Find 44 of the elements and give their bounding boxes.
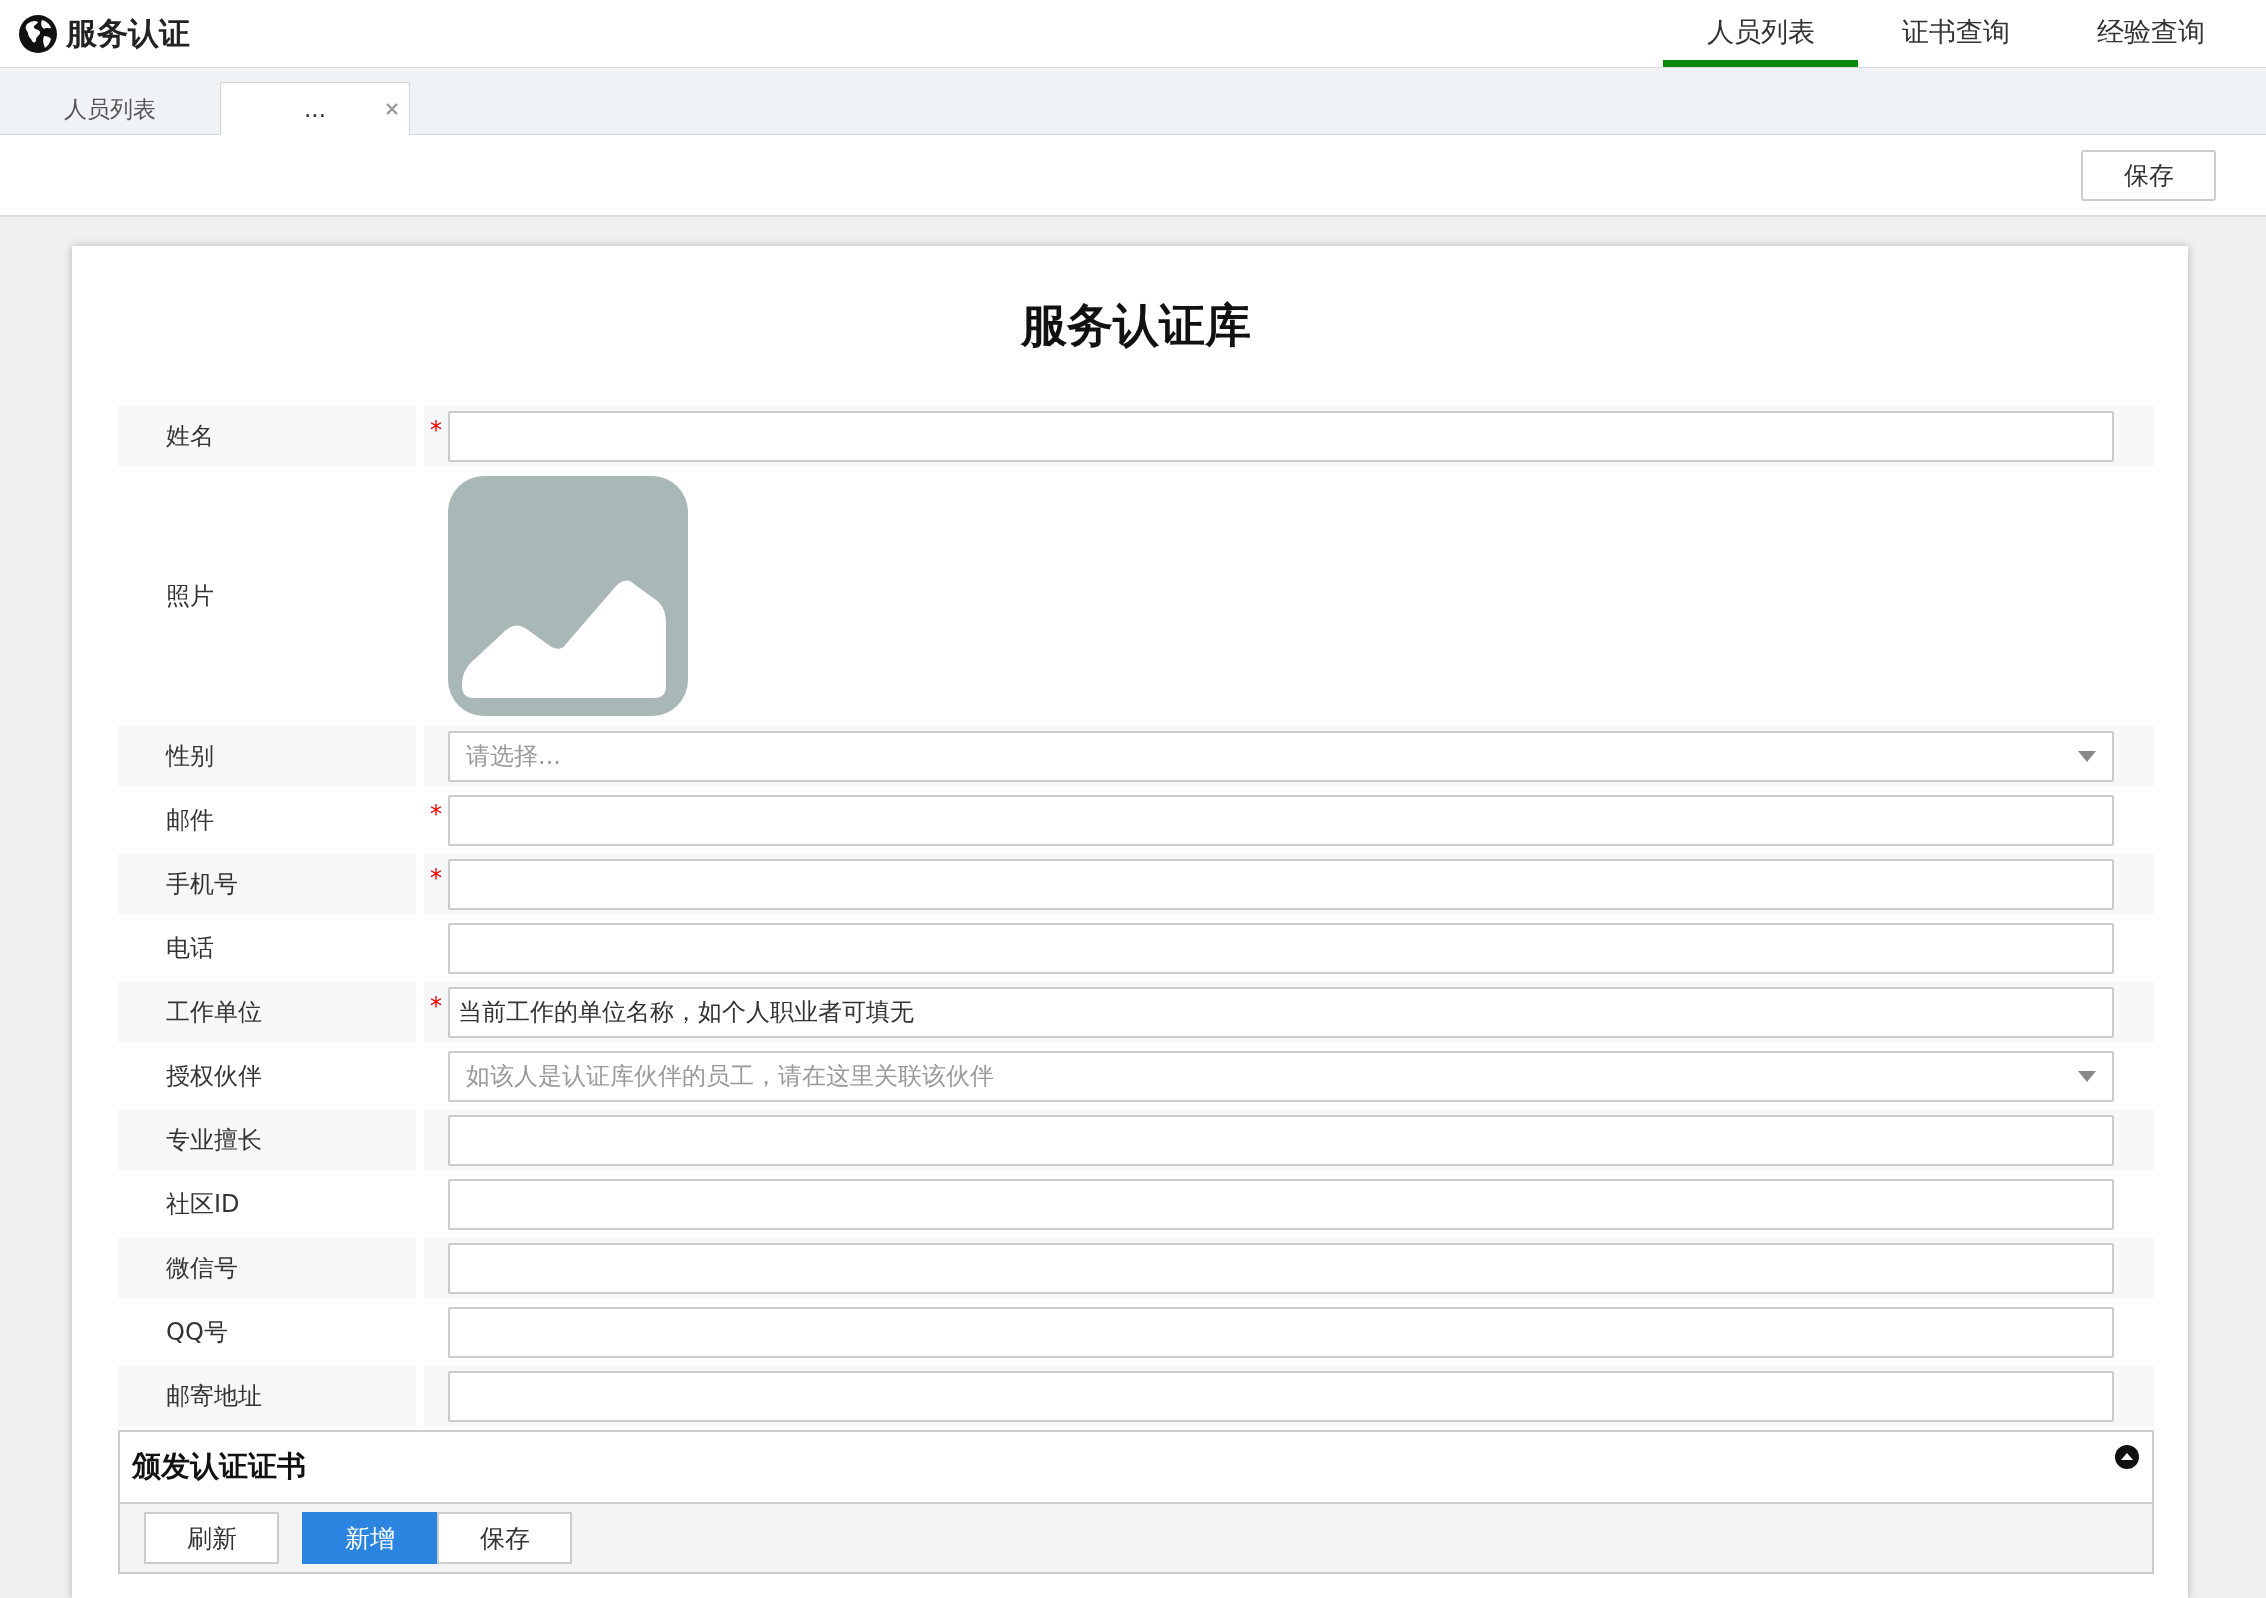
save-button[interactable]: 保存 xyxy=(2081,149,2216,201)
close-icon[interactable] xyxy=(385,102,399,116)
text-field[interactable]: 当前工作的单位名称，如个人职业者可填无 xyxy=(448,986,2114,1038)
field-label: 微信号 xyxy=(166,1253,238,1284)
text-field[interactable] xyxy=(448,922,2114,974)
panel-title: 颁发认证证书 xyxy=(132,1448,306,1485)
nav-tab[interactable]: 证书查询 xyxy=(1858,0,2053,67)
field-label: 授权伙伴 xyxy=(166,1061,262,1092)
dropdown-arrow-icon xyxy=(2078,1070,2096,1082)
required-mark: * xyxy=(430,991,443,1020)
field-label: 专业擅长 xyxy=(166,1125,262,1156)
field-label: 工作单位 xyxy=(166,997,262,1028)
field-label: 性别 xyxy=(166,741,214,772)
tab[interactable]: 人员列表 xyxy=(15,82,205,135)
toolbar-button[interactable]: 保存 xyxy=(437,1512,572,1564)
text-field[interactable] xyxy=(448,794,2114,846)
field-label: 姓名 xyxy=(166,421,214,452)
image-placeholder-icon[interactable] xyxy=(448,476,688,716)
app-title: 服务认证 xyxy=(66,13,190,53)
field-label: 电话 xyxy=(166,933,214,964)
text-field[interactable] xyxy=(448,858,2114,910)
field-label: QQ号 xyxy=(166,1317,228,1348)
text-field[interactable] xyxy=(448,1114,2114,1166)
toolbar-button[interactable]: 新增 xyxy=(302,1512,437,1564)
text-field[interactable] xyxy=(448,1178,2114,1230)
text-field[interactable] xyxy=(448,1306,2114,1358)
text-field[interactable] xyxy=(448,1370,2114,1422)
field-label: 照片 xyxy=(166,581,214,612)
globe-icon xyxy=(18,13,58,54)
required-mark: * xyxy=(430,799,443,828)
required-mark: * xyxy=(430,415,443,444)
text-field[interactable] xyxy=(448,1242,2114,1294)
collapse-icon[interactable] xyxy=(2114,1444,2140,1470)
nav-tab[interactable]: 经验查询 xyxy=(2053,0,2248,67)
field-label: 邮寄地址 xyxy=(166,1381,262,1412)
toolbar-button[interactable]: 刷新 xyxy=(144,1512,279,1564)
field-label: 手机号 xyxy=(166,869,238,900)
required-mark: * xyxy=(430,863,443,892)
form-title: 服务认证库 xyxy=(1019,297,1252,354)
field-label: 邮件 xyxy=(166,805,214,836)
dropdown-arrow-icon xyxy=(2078,750,2096,762)
text-field[interactable] xyxy=(448,410,2114,462)
field-label: 社区ID xyxy=(166,1189,240,1220)
tab[interactable]: ... xyxy=(220,82,410,135)
